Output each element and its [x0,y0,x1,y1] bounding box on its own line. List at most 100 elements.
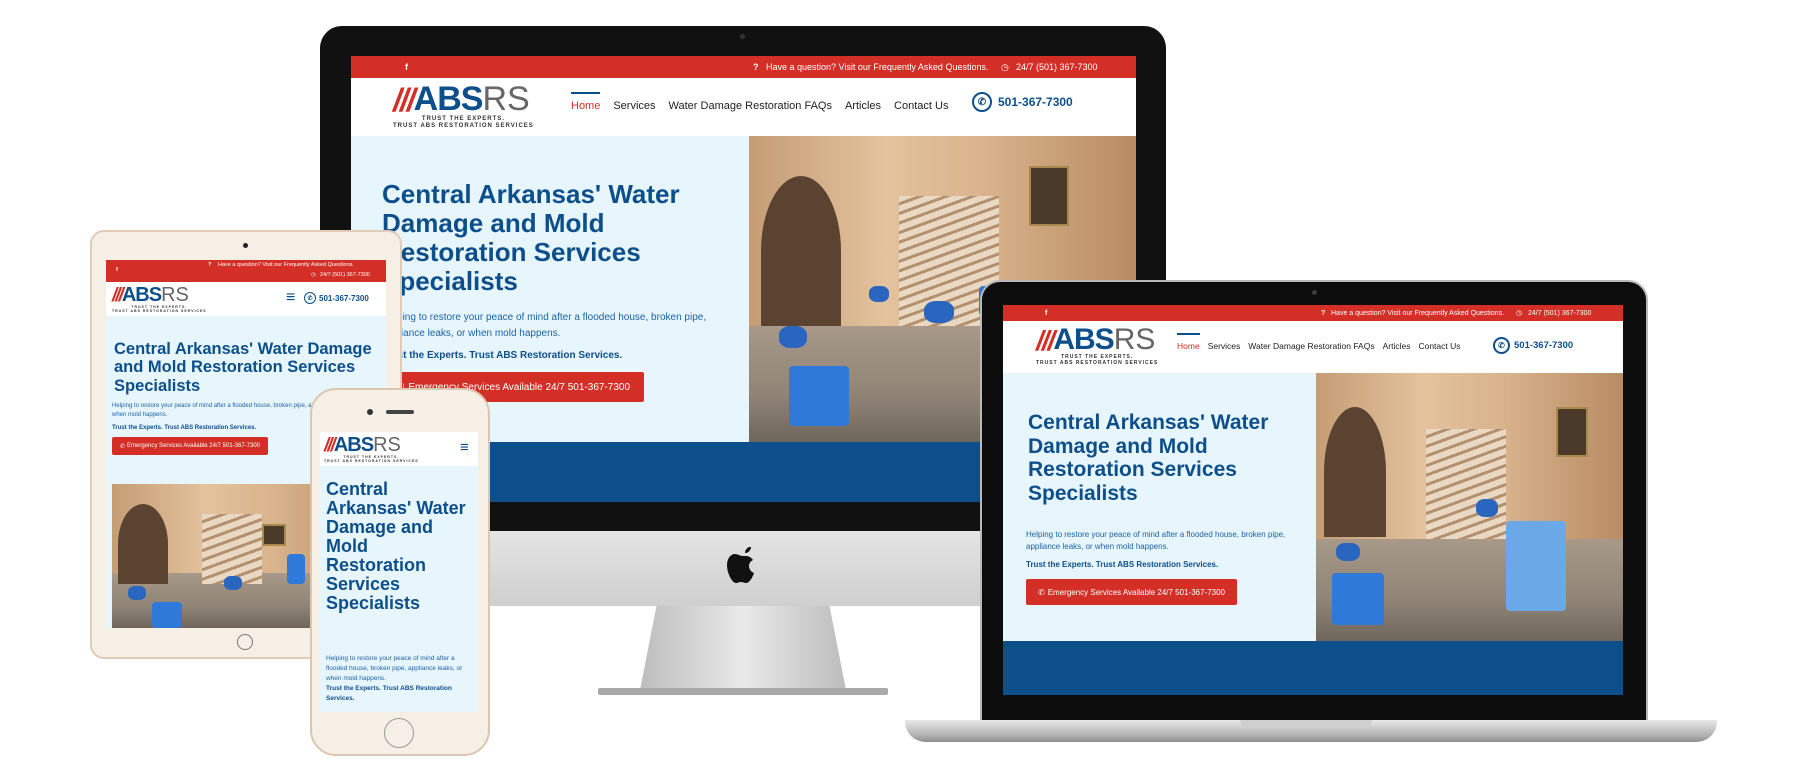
laptop-camera [1312,290,1317,295]
hamburger-menu-icon[interactable]: ≡ [460,439,469,456]
logo[interactable]: ///ABS RS TRUST THE EXPERTS. TRUST ABS RE… [324,435,419,463]
main-nav: Home Services Water Damage Restoration F… [1177,333,1461,351]
clock-icon: ◷ [1001,61,1009,72]
hero-title: Central Arkansas' Water Damage and Mold … [382,179,680,297]
hero-photo [1316,373,1623,641]
hero-tagline: Trust the Experts. Trust ABS Restoration… [382,350,623,361]
tablet-home-button[interactable] [237,634,253,650]
nav-services[interactable]: Services [613,100,655,112]
hours-text: 24/7 (501) 367-7300 [1528,309,1592,317]
hero: Central Arkansas' Water Damage and Mold … [1003,373,1316,641]
logo-rs: RS [161,284,189,306]
facebook-icon[interactable]: f [116,267,118,273]
hero-title: Central Arkansas' Water Damage and Mold … [326,479,466,614]
nav-contact[interactable]: Contact Us [1418,341,1460,351]
phone-speaker [386,410,414,414]
hero-body: Helping to restore your peace of mind af… [326,655,463,683]
phone-number: 501-367-7300 [998,95,1073,109]
facebook-icon[interactable]: f [1045,310,1047,317]
imac-stand [640,606,846,690]
hero-body: Helping to restore your peace of mind af… [1026,530,1286,552]
header: ///ABS RS TRUST THE EXPERTS. TRUST ABS RE… [351,78,1136,136]
nav-faqs[interactable]: Water Damage Restoration FAQs [669,100,832,112]
header: ///ABS RS TRUST THE EXPERTS. TRUST ABS RE… [106,282,386,316]
nav-articles[interactable]: Articles [1383,341,1411,351]
question-icon: ? [208,262,212,268]
main-nav: Home Services Water Damage Restoration F… [571,92,948,112]
question-icon: ? [753,62,759,72]
nav-services[interactable]: Services [1208,341,1241,351]
phone-number: 501-367-7300 [319,293,369,303]
hero-tagline: Trust the Experts. Trust ABS Restoration… [112,425,257,431]
hours-text: 24/7 (501) 367-7300 [320,272,370,278]
clock-icon: ◷ [1516,310,1523,317]
nav-home[interactable]: Home [1177,333,1200,351]
logo-abs: ABS [1053,323,1114,356]
topbar: f ? Have a question? Visit our Frequentl… [351,56,1136,78]
facebook-icon[interactable]: f [405,62,408,72]
question-icon: ? [1321,309,1326,317]
logo-abs: ABS [121,284,162,306]
phone-home-button[interactable] [384,718,414,748]
topbar: f ? Have a question? Visit our Frequentl… [106,260,386,282]
phone-icon: ✆ [304,292,316,304]
header-phone[interactable]: ✆ 501-367-7300 [1493,337,1573,354]
emergency-button-label: Emergency Services Available 24/7 501-36… [127,443,261,449]
hero-body: Helping to restore your peace of mind af… [382,312,707,339]
logo-rs: RS [482,80,530,118]
faq-link[interactable]: Have a question? Visit our Frequently As… [218,262,354,268]
logo-abs: ABS [333,434,374,456]
emergency-button[interactable]: ✆ Emergency Services Available 24/7 501-… [112,437,269,455]
logo-slashes: /// [112,285,124,306]
logo-tagline-2: TRUST ABS RESTORATION SERVICES [112,309,207,314]
hamburger-menu-icon[interactable]: ≡ [286,289,295,307]
clock-icon: ◷ [311,272,316,278]
faq-link[interactable]: Have a question? Visit our Frequently As… [766,62,988,72]
logo-slashes: /// [393,82,416,118]
nav-home[interactable]: Home [571,92,601,112]
phone-icon: ✆ [972,92,992,112]
logo[interactable]: ///ABS RS TRUST THE EXPERTS. TRUST ABS RE… [393,82,534,130]
header-phone[interactable]: ✆ 501-367-7300 [304,292,369,304]
hours-text: 24/7 (501) 367-7300 [1016,62,1098,72]
logo-tagline-1: TRUST THE EXPERTS. [421,116,505,122]
phone-screen: ///ABS RS TRUST THE EXPERTS. TRUST ABS RE… [320,432,478,712]
hero-tagline: Trust the Experts. Trust ABS Restoration… [326,685,452,702]
header: ///ABS RS TRUST THE EXPERTS. TRUST ABS RE… [1003,321,1623,373]
faq-link[interactable]: Have a question? Visit our Frequently As… [1331,310,1504,317]
phone-number: 501-367-7300 [1514,340,1574,351]
nav-faqs[interactable]: Water Damage Restoration FAQs [1248,341,1374,351]
logo-tagline-2: TRUST ABS RESTORATION SERVICES [324,459,419,464]
emergency-button[interactable]: ✆ Emergency Services Available 24/7 501-… [1026,579,1237,605]
phone-icon: ✆ [120,443,126,450]
phone-camera [367,409,373,415]
hero-title: Central Arkansas' Water Damage and Mold … [1028,411,1269,505]
phone-icon: ✆ [1038,587,1045,597]
logo[interactable]: ///ABS RS TRUST THE EXPERTS. TRUST ABS RE… [112,285,207,313]
laptop-screen: f ? Have a question? Visit our Frequentl… [1003,305,1623,695]
nav-contact[interactable]: Contact Us [894,100,948,112]
header: ///ABS RS TRUST THE EXPERTS. TRUST ABS RE… [320,432,478,466]
phone-icon: ✆ [1493,337,1510,354]
imac-stand-base [598,688,888,695]
logo-slashes: /// [324,435,336,456]
apple-logo-icon [727,547,754,583]
logo-rs: RS [373,434,401,456]
logo-tagline-2: TRUST ABS RESTORATION SERVICES [1036,359,1159,366]
imac-camera [740,34,745,39]
phone-device: ///ABS RS TRUST THE EXPERTS. TRUST ABS RE… [310,388,490,756]
header-phone[interactable]: ✆ 501-367-7300 [972,92,1073,112]
laptop-device: f ? Have a question? Visit our Frequentl… [980,280,1648,724]
emergency-button-label: Emergency Services Available 24/7 501-36… [1047,587,1225,597]
hero-tagline: Trust the Experts. Trust ABS Restoration… [1026,560,1219,569]
logo-rs: RS [1113,323,1156,356]
logo-slashes: /// [1036,325,1055,356]
topbar: f ? Have a question? Visit our Frequentl… [1003,305,1623,321]
hero: Central Arkansas' Water Damage and Mold … [320,466,478,712]
laptop-notch [1240,720,1372,728]
logo[interactable]: ///ABS RS TRUST THE EXPERTS. TRUST ABS RE… [1036,325,1158,367]
nav-articles[interactable]: Articles [845,100,881,112]
logo-abs: ABS [413,80,484,118]
hero-band [1003,641,1623,695]
logo-tagline-2: TRUST ABS RESTORATION SERVICES [393,122,534,129]
